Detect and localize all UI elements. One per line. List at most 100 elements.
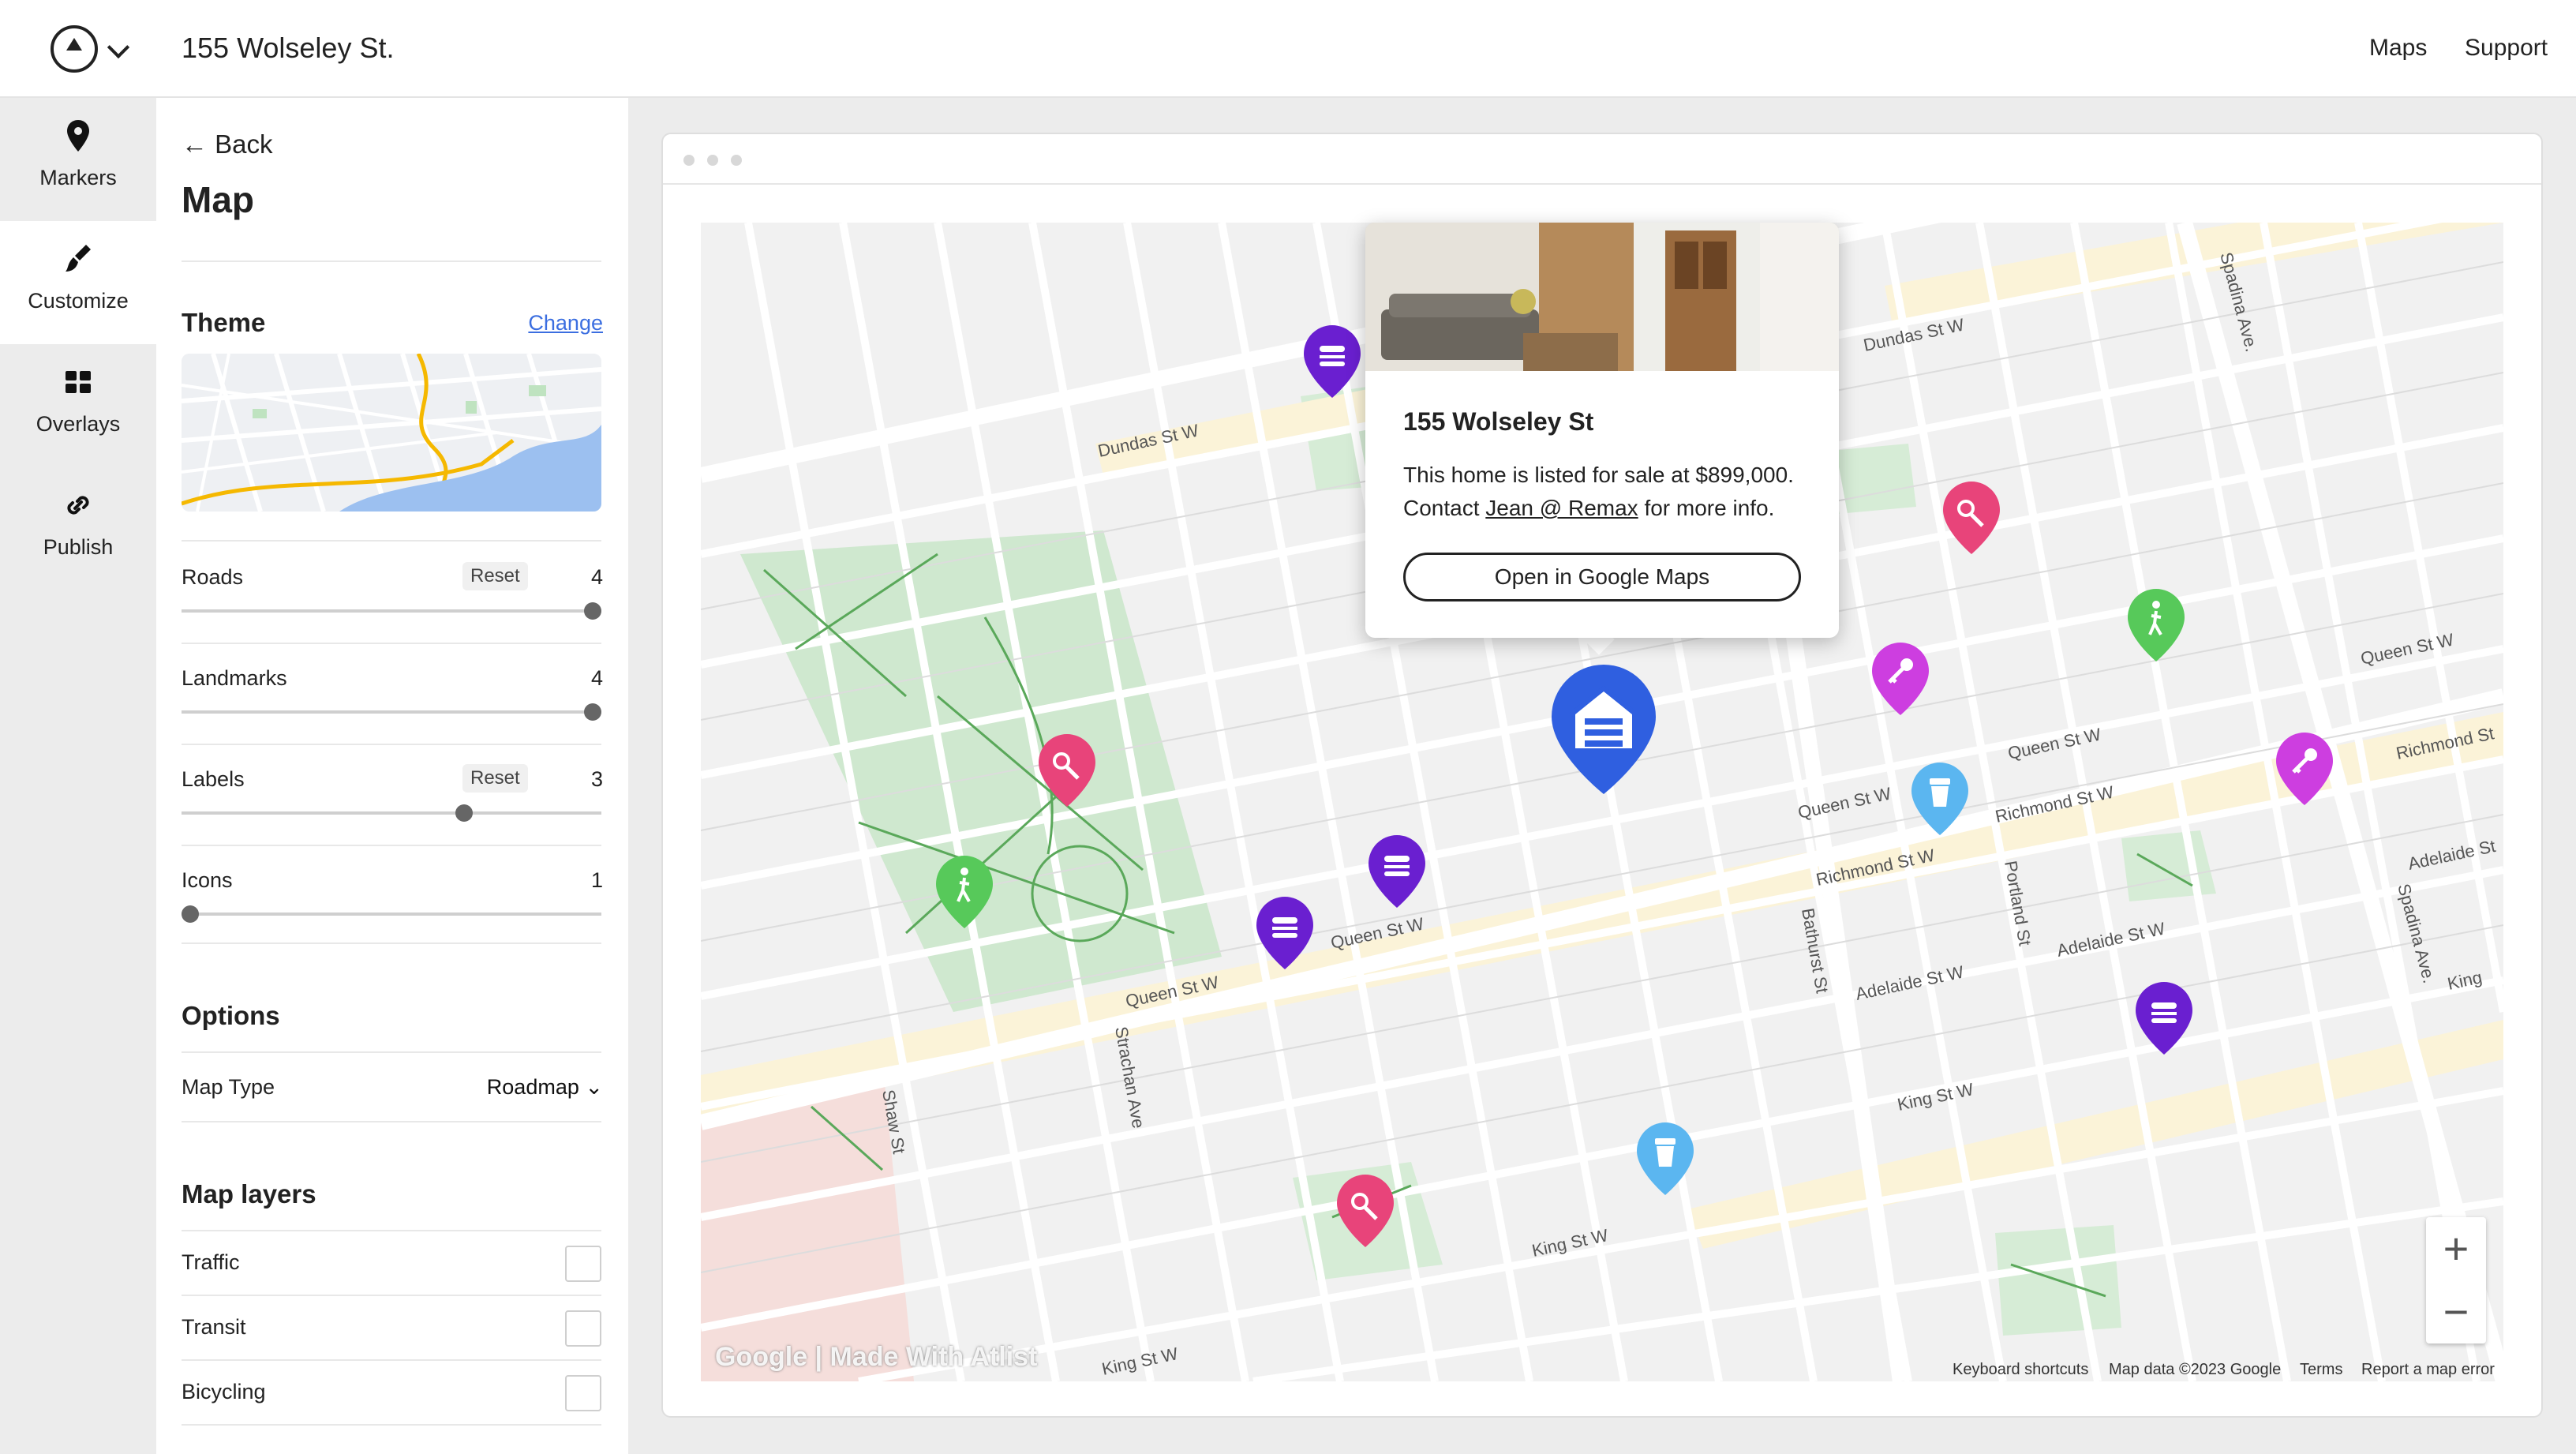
theme-map-thumbnail — [182, 354, 601, 512]
home-marker-icon[interactable] — [1547, 661, 1661, 797]
rail-item-overlays[interactable]: Overlays — [0, 344, 156, 467]
top-bar: 155 Wolseley St. Maps Support — [0, 0, 2576, 98]
chevron-down-icon[interactable] — [107, 36, 130, 59]
left-rail: Markers Customize Overlays Publish — [0, 98, 156, 1454]
divider — [182, 744, 601, 745]
icons-slider[interactable] — [182, 905, 601, 923]
drink-marker-icon[interactable] — [1908, 761, 1971, 837]
walking-marker-icon[interactable] — [933, 854, 996, 930]
link-icon — [67, 496, 89, 515]
options-heading: Options — [182, 1001, 280, 1030]
rail-item-customize[interactable]: Customize — [0, 221, 156, 344]
rail-label: Publish — [43, 535, 114, 559]
park-area — [2121, 830, 2216, 901]
google-watermark: Google | Made With Atlist — [715, 1342, 1038, 1372]
map-type-value: Roadmap — [486, 1075, 579, 1099]
app-logo-icon[interactable] — [51, 25, 98, 73]
customize-panel: ← Back Map Theme Change Roads Reset 4 La… — [156, 98, 628, 1454]
window-bar — [663, 134, 2541, 185]
contact-suffix: for more info. — [1638, 496, 1775, 520]
slider-handle[interactable] — [455, 804, 473, 822]
burger-marker-icon[interactable] — [1253, 895, 1316, 971]
layer-label-bicycling: Bicycling — [182, 1380, 266, 1403]
nav-support-link[interactable]: Support — [2465, 35, 2548, 62]
landmarks-slider[interactable] — [182, 703, 601, 721]
tennis-marker-icon[interactable] — [1940, 480, 2003, 556]
divider — [182, 260, 601, 262]
change-theme-link[interactable]: Change — [528, 311, 603, 335]
back-label: Back — [215, 129, 273, 159]
bicycling-checkbox[interactable] — [565, 1375, 601, 1411]
open-in-google-maps-button[interactable]: Open in Google Maps — [1403, 553, 1801, 601]
keyboard-shortcuts-link[interactable]: Keyboard shortcuts — [1953, 1361, 2088, 1379]
slider-handle[interactable] — [584, 602, 601, 620]
theme-heading: Theme — [182, 308, 266, 337]
burger-marker-icon[interactable] — [2132, 980, 2196, 1056]
zoom-control: + − — [2426, 1217, 2486, 1343]
terms-link[interactable]: Terms — [2300, 1361, 2342, 1379]
walking-marker-icon[interactable] — [2125, 587, 2188, 663]
tennis-marker-icon[interactable] — [1035, 733, 1099, 808]
popup-contact: Contact Jean @ Remax for more info. — [1403, 496, 1774, 521]
slider-value-icons: 1 — [590, 868, 603, 892]
chevron-down-icon: ⌄ — [578, 1075, 603, 1099]
popup-title: 155 Wolseley St — [1403, 407, 1594, 436]
window-dot — [731, 155, 742, 166]
back-button[interactable]: ← Back — [182, 129, 273, 159]
layer-label-transit: Transit — [182, 1315, 246, 1339]
divider — [182, 1230, 601, 1231]
slider-label-labels: Labels — [182, 767, 245, 791]
divider — [182, 643, 601, 644]
panel-title: Map — [182, 179, 254, 220]
key-marker-icon[interactable] — [1869, 641, 1932, 717]
contact-link[interactable]: Jean @ Remax — [1485, 496, 1638, 520]
drink-marker-icon[interactable] — [1634, 1121, 1697, 1197]
map-pin-icon — [67, 120, 89, 152]
info-window: 155 Wolseley St This home is listed for … — [1365, 223, 1839, 638]
burger-marker-icon[interactable] — [1365, 834, 1428, 909]
slider-handle[interactable] — [584, 703, 601, 721]
map-type-select[interactable]: Roadmap ⌄ — [487, 1075, 603, 1100]
nav-maps-link[interactable]: Maps — [2369, 35, 2427, 62]
rail-item-markers[interactable]: Markers — [0, 98, 156, 221]
rail-label: Markers — [39, 166, 117, 189]
rail-label: Customize — [28, 289, 129, 313]
transit-checkbox[interactable] — [565, 1310, 601, 1347]
slider-label-landmarks: Landmarks — [182, 666, 287, 690]
divider — [182, 1051, 601, 1053]
report-map-error-link[interactable]: Report a map error — [2361, 1361, 2495, 1379]
layer-label-traffic: Traffic — [182, 1250, 240, 1274]
zoom-in-button[interactable]: + — [2426, 1217, 2486, 1280]
slider-value-roads: 4 — [590, 565, 603, 589]
labels-slider[interactable] — [182, 804, 601, 822]
contact-prefix: Contact — [1403, 496, 1486, 520]
divider — [182, 942, 601, 944]
reset-labels-button[interactable]: Reset — [462, 764, 528, 793]
divider — [182, 1121, 601, 1122]
rail-item-publish[interactable]: Publish — [0, 467, 156, 590]
key-marker-icon[interactable] — [2273, 731, 2336, 807]
roads-slider[interactable] — [182, 602, 601, 620]
divider — [182, 1359, 601, 1361]
burger-marker-icon[interactable] — [1301, 324, 1364, 399]
tennis-marker-icon[interactable] — [1334, 1173, 1397, 1249]
traffic-checkbox[interactable] — [565, 1246, 601, 1282]
paintbrush-icon — [66, 245, 91, 272]
theme-preview[interactable] — [182, 354, 601, 512]
document-title[interactable]: 155 Wolseley St. — [182, 32, 394, 65]
divider — [182, 1295, 601, 1296]
map-type-label: Map Type — [182, 1075, 275, 1099]
slider-value-landmarks: 4 — [590, 666, 603, 690]
popup-description: This home is listed for sale at $899,000… — [1403, 463, 1794, 487]
window-dot — [707, 155, 718, 166]
rail-label: Overlays — [36, 412, 121, 436]
slider-handle[interactable] — [182, 905, 199, 923]
reset-roads-button[interactable]: Reset — [462, 562, 528, 590]
map-layers-heading: Map layers — [182, 1179, 316, 1209]
divider — [182, 540, 601, 542]
zoom-out-button[interactable]: − — [2426, 1280, 2486, 1343]
grid-icon — [66, 371, 91, 393]
divider — [182, 845, 601, 846]
window-dot — [683, 155, 695, 166]
slider-label-icons: Icons — [182, 868, 233, 892]
